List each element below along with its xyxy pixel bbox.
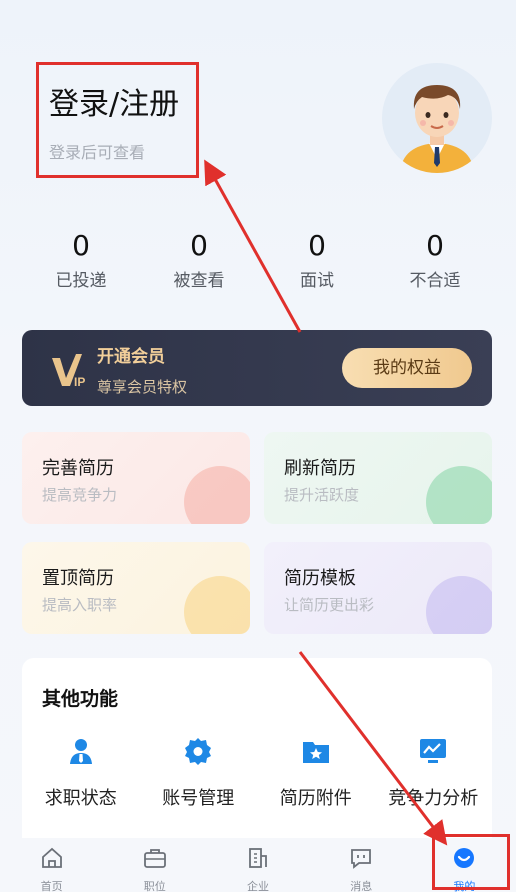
stat-label: 被查看: [173, 271, 225, 291]
stat-interview[interactable]: 0 面试: [258, 228, 376, 298]
avatar[interactable]: [382, 63, 492, 173]
func-label: 简历附件: [279, 788, 352, 809]
login-register-area[interactable]: 登录/注册 登录后可查看: [36, 62, 199, 178]
tab-companies[interactable]: 企业: [206, 838, 309, 892]
tab-label: 首页: [40, 880, 63, 892]
edit-icon: [184, 466, 250, 524]
stat-label: 不合适: [409, 271, 461, 291]
stat-value: 0: [426, 229, 444, 262]
stat-value: 0: [190, 229, 208, 262]
vip-logo-icon: IP: [52, 354, 85, 389]
card-title: 简历模板: [284, 568, 356, 589]
home-icon: [41, 847, 62, 868]
card-subtitle: 让简历更出彩: [284, 596, 375, 614]
gear-icon: [185, 738, 212, 765]
avatar-illustration-icon: [400, 85, 474, 173]
refresh-icon: [426, 466, 492, 524]
stat-label: 面试: [300, 271, 334, 291]
func-account-management[interactable]: 账号管理: [140, 736, 258, 809]
func-label: 求职状态: [44, 788, 117, 809]
stat-label: 已投递: [55, 271, 107, 291]
building-icon: [249, 848, 267, 868]
stat-delivered[interactable]: 0 已投递: [22, 228, 140, 298]
tab-label: 企业: [247, 880, 269, 892]
tab-jobs[interactable]: 职位: [103, 838, 206, 892]
attachment-folder-icon: [302, 742, 329, 763]
card-title: 置顶简历: [42, 568, 114, 589]
stats-row: 0 已投递 0 被查看 0 面试 0 不合适: [22, 228, 494, 298]
card-refresh-resume[interactable]: 刷新简历 提升活跃度: [264, 432, 492, 524]
stat-value: 0: [308, 229, 326, 262]
func-competitiveness-analysis[interactable]: 竞争力分析: [375, 736, 493, 809]
briefcase-icon: [143, 849, 166, 868]
card-title: 完善简历: [42, 458, 114, 479]
tab-messages[interactable]: 消息: [310, 838, 413, 892]
card-pin-resume[interactable]: 置顶简历 提高入职率: [22, 542, 250, 634]
template-icon: [426, 576, 492, 634]
stat-viewed[interactable]: 0 被查看: [140, 228, 258, 298]
functions-row: 求职状态 账号管理 简历附件 竞争力分析: [22, 736, 493, 809]
vip-title: 开通会员: [97, 347, 165, 367]
mine-tab-highlight: [432, 834, 510, 890]
profile-header: 登录/注册 登录后可查看: [0, 0, 516, 200]
message-icon: [351, 849, 372, 869]
tab-label: 职位: [143, 880, 166, 892]
pin-top-icon: [184, 576, 250, 634]
svg-text:IP: IP: [74, 375, 85, 389]
other-functions-panel: 其他功能 求职状态 账号管理 简历附件 竞争力分析: [22, 658, 492, 858]
card-subtitle: 提升活跃度: [284, 486, 360, 504]
func-label: 账号管理: [162, 788, 235, 809]
card-subtitle: 提高入职率: [42, 596, 118, 614]
card-resume-template[interactable]: 简历模板 让简历更出彩: [264, 542, 492, 634]
card-subtitle: 提高竞争力: [42, 486, 118, 504]
card-complete-resume[interactable]: 完善简历 提高竞争力: [22, 432, 250, 524]
stat-unsuitable[interactable]: 0 不合适: [376, 228, 494, 298]
card-title: 刷新简历: [284, 458, 356, 479]
func-resume-attachment[interactable]: 简历附件: [257, 736, 375, 809]
func-label: 竞争力分析: [388, 788, 479, 809]
tab-label: 消息: [350, 880, 373, 892]
login-hint: 登录后可查看: [49, 143, 146, 162]
vip-banner[interactable]: IP 开通会员 尊享会员特权 我的权益: [22, 330, 492, 406]
my-benefits-button[interactable]: 我的权益: [342, 348, 472, 388]
other-functions-title: 其他功能: [42, 688, 119, 710]
job-status-icon: [69, 739, 92, 764]
tab-home[interactable]: 首页: [0, 838, 103, 892]
login-register-title[interactable]: 登录/注册: [49, 79, 179, 123]
stat-value: 0: [72, 229, 90, 262]
analysis-chart-icon: [420, 739, 447, 763]
vip-subtitle: 尊享会员特权: [97, 378, 188, 396]
func-job-status[interactable]: 求职状态: [22, 736, 140, 809]
